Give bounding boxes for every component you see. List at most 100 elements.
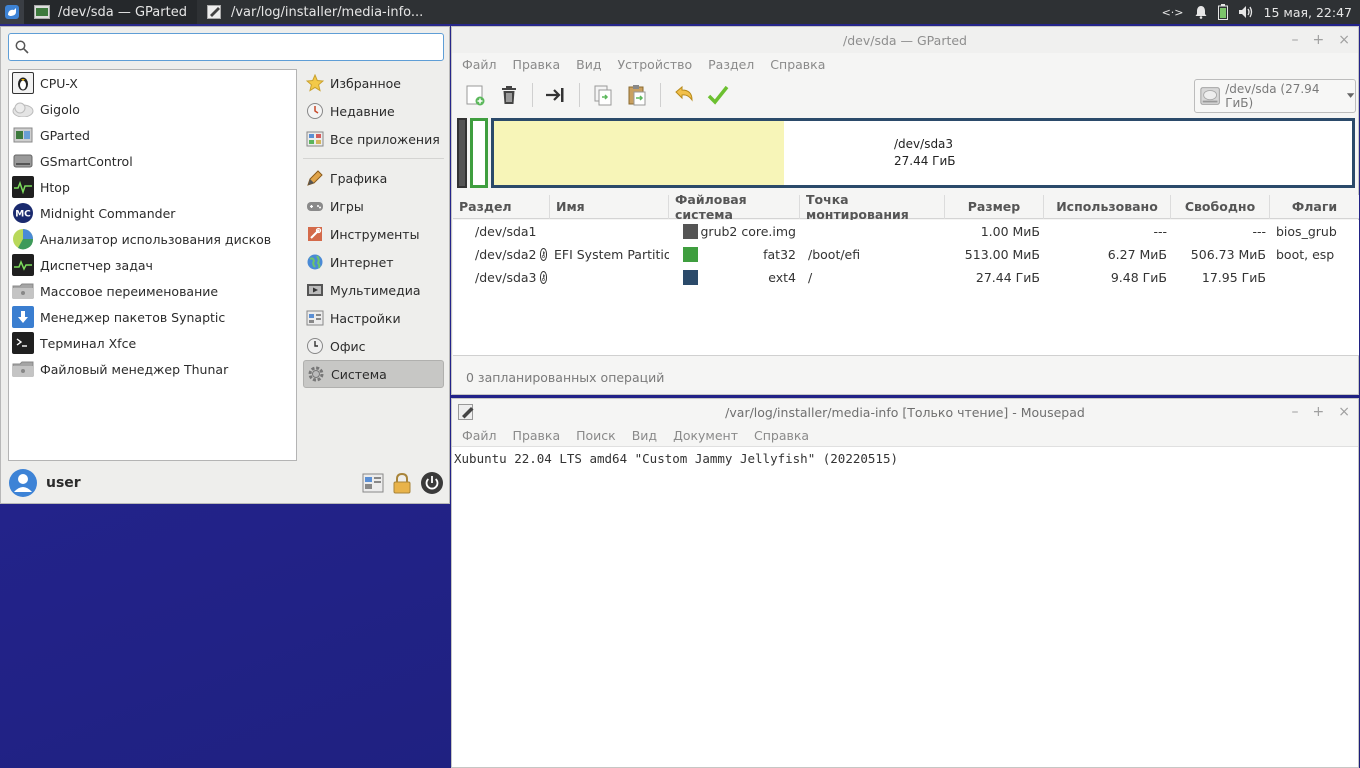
close-icon[interactable]: × <box>1338 404 1350 420</box>
app-item-label: Массовое переименование <box>40 283 219 299</box>
cell-partition: /dev/sda3 ⚷ <box>475 270 548 285</box>
category-system[interactable]: Система <box>303 360 444 388</box>
battery-icon[interactable] <box>1217 4 1228 20</box>
column-header-name[interactable]: Имя <box>550 194 669 219</box>
undo-button[interactable] <box>669 80 699 110</box>
category-list: Избранное Недавние Все приложения График… <box>303 69 444 388</box>
category-label: Интернет <box>330 254 394 270</box>
download-icon <box>12 306 34 328</box>
clock[interactable]: 15 мая, 22:47 <box>1264 5 1352 20</box>
copy-icon <box>594 85 612 106</box>
category-games[interactable]: Игры <box>303 192 444 220</box>
mousepad-window: /var/log/installer/media-info [Только чт… <box>451 398 1359 768</box>
window-titlebar[interactable]: /dev/sda — GParted – + × <box>452 27 1358 53</box>
category-graphics[interactable]: Графика <box>303 164 444 192</box>
menu-edit[interactable]: Правка <box>505 57 569 72</box>
cell-free: 506.73 МиБ <box>1190 247 1266 262</box>
column-header-size[interactable]: Размер <box>945 194 1044 219</box>
folder-icon <box>12 280 34 302</box>
maximize-icon[interactable]: + <box>1313 404 1325 420</box>
search-box[interactable] <box>8 33 444 61</box>
column-header-filesystem[interactable]: Файловая система <box>669 192 800 222</box>
search-input[interactable] <box>35 39 443 55</box>
cell-filesystem: grub2 core.img <box>669 224 800 239</box>
partition-block-sda1[interactable] <box>457 118 467 188</box>
lock-icon[interactable] <box>392 472 412 494</box>
text-editor-area[interactable]: Xubuntu 22.04 LTS amd64 "Custom Jammy Je… <box>452 447 1358 470</box>
category-internet[interactable]: Интернет <box>303 248 444 276</box>
column-header-partition[interactable]: Раздел <box>453 194 550 219</box>
app-item-gigolo[interactable]: Gigolo <box>9 96 296 122</box>
menu-help[interactable]: Справка <box>762 57 833 72</box>
category-label: Избранное <box>330 75 401 91</box>
menu-view[interactable]: Вид <box>624 428 665 443</box>
app-item-xfce-terminal[interactable]: Терминал Xfce <box>9 330 296 356</box>
partition-block-sda2[interactable] <box>470 118 488 188</box>
new-partition-button[interactable] <box>460 80 490 110</box>
chevron-down-icon <box>1346 93 1355 98</box>
minimize-icon[interactable]: – <box>1292 32 1299 48</box>
app-item-midnight-commander[interactable]: MC Midnight Commander <box>9 200 296 226</box>
column-header-mountpoint[interactable]: Точка монтирования <box>800 192 945 222</box>
minimize-icon[interactable]: – <box>1292 404 1299 420</box>
menu-file[interactable]: Файл <box>454 57 505 72</box>
menu-edit[interactable]: Правка <box>505 428 569 443</box>
app-item-cpu-x[interactable]: CPU-X <box>9 70 296 96</box>
app-item-htop[interactable]: Htop <box>9 174 296 200</box>
window-titlebar[interactable]: /var/log/installer/media-info [Только чт… <box>452 399 1358 425</box>
settings-icon <box>306 310 324 326</box>
device-selector[interactable]: /dev/sda (27.94 ГиБ) <box>1194 79 1356 113</box>
cell-size: 27.44 ГиБ <box>975 270 1040 285</box>
copy-button[interactable] <box>588 80 618 110</box>
app-item-bulk-rename[interactable]: Массовое переименование <box>9 278 296 304</box>
volume-icon[interactable] <box>1238 5 1254 19</box>
column-header-used[interactable]: Использовано <box>1044 194 1171 219</box>
settings-manager-icon[interactable] <box>362 473 384 493</box>
category-office[interactable]: Офис <box>303 332 444 360</box>
network-icon[interactable]: <·> <box>1162 6 1184 19</box>
app-item-thunar[interactable]: Файловый менеджер Thunar <box>9 356 296 382</box>
menu-file[interactable]: Файл <box>454 428 505 443</box>
menu-document[interactable]: Документ <box>665 428 746 443</box>
table-row[interactable]: /dev/sda1 grub2 core.img 1.00 МиБ --- --… <box>453 220 1359 243</box>
partition-block-sda3[interactable]: /dev/sda3 27.44 ГиБ <box>491 118 1355 188</box>
category-all-apps[interactable]: Все приложения <box>303 125 444 153</box>
category-label: Мультимедиа <box>330 282 421 298</box>
category-recent[interactable]: Недавние <box>303 97 444 125</box>
power-icon[interactable] <box>420 471 444 495</box>
column-header-free[interactable]: Свободно <box>1171 194 1270 219</box>
menu-search[interactable]: Поиск <box>568 428 624 443</box>
bell-icon[interactable] <box>1194 5 1208 19</box>
menu-device[interactable]: Устройство <box>609 57 700 72</box>
menu-help[interactable]: Справка <box>746 428 817 443</box>
app-item-label: Анализатор использования дисков <box>40 231 272 247</box>
column-header-flags[interactable]: Флаги <box>1270 195 1359 219</box>
taskbar-item-gparted[interactable]: /dev/sda — GParted <box>24 0 197 24</box>
resize-move-button[interactable] <box>541 80 571 110</box>
category-label: Все приложения <box>330 131 440 147</box>
paste-button[interactable] <box>622 80 652 110</box>
app-item-gparted[interactable]: GParted <box>9 122 296 148</box>
category-settings[interactable]: Настройки <box>303 304 444 332</box>
avatar[interactable] <box>8 468 38 498</box>
apply-button[interactable] <box>703 80 733 110</box>
table-row[interactable]: /dev/sda3 ⚷ ext4 / 27.44 ГиБ 9.48 ГиБ 17.… <box>453 266 1359 289</box>
app-item-disk-usage-analyzer[interactable]: Анализатор использования дисков <box>9 226 296 252</box>
taskbar-item-mousepad[interactable]: /var/log/installer/media-info... <box>197 0 433 24</box>
maximize-icon[interactable]: + <box>1313 32 1325 48</box>
filesystem-color-swatch <box>683 247 698 262</box>
close-icon[interactable]: × <box>1338 32 1350 48</box>
category-favorites[interactable]: Избранное <box>303 69 444 97</box>
app-item-synaptic[interactable]: Менеджер пакетов Synaptic <box>9 304 296 330</box>
delete-partition-button[interactable] <box>494 80 524 110</box>
whisker-menu-button[interactable] <box>0 0 24 24</box>
category-tools[interactable]: Инструменты <box>303 220 444 248</box>
app-item-task-manager[interactable]: Диспетчер задач <box>9 252 296 278</box>
menu-partition[interactable]: Раздел <box>700 57 762 72</box>
gamepad-icon <box>307 202 323 211</box>
table-row[interactable]: /dev/sda2 ⚷ EFI System Partition fat32 /b… <box>453 243 1359 266</box>
app-item-gsmartcontrol[interactable]: GSmartControl <box>9 148 296 174</box>
cell-used: 6.27 МиБ <box>1107 247 1167 262</box>
category-multimedia[interactable]: Мультимедиа <box>303 276 444 304</box>
menu-view[interactable]: Вид <box>568 57 609 72</box>
